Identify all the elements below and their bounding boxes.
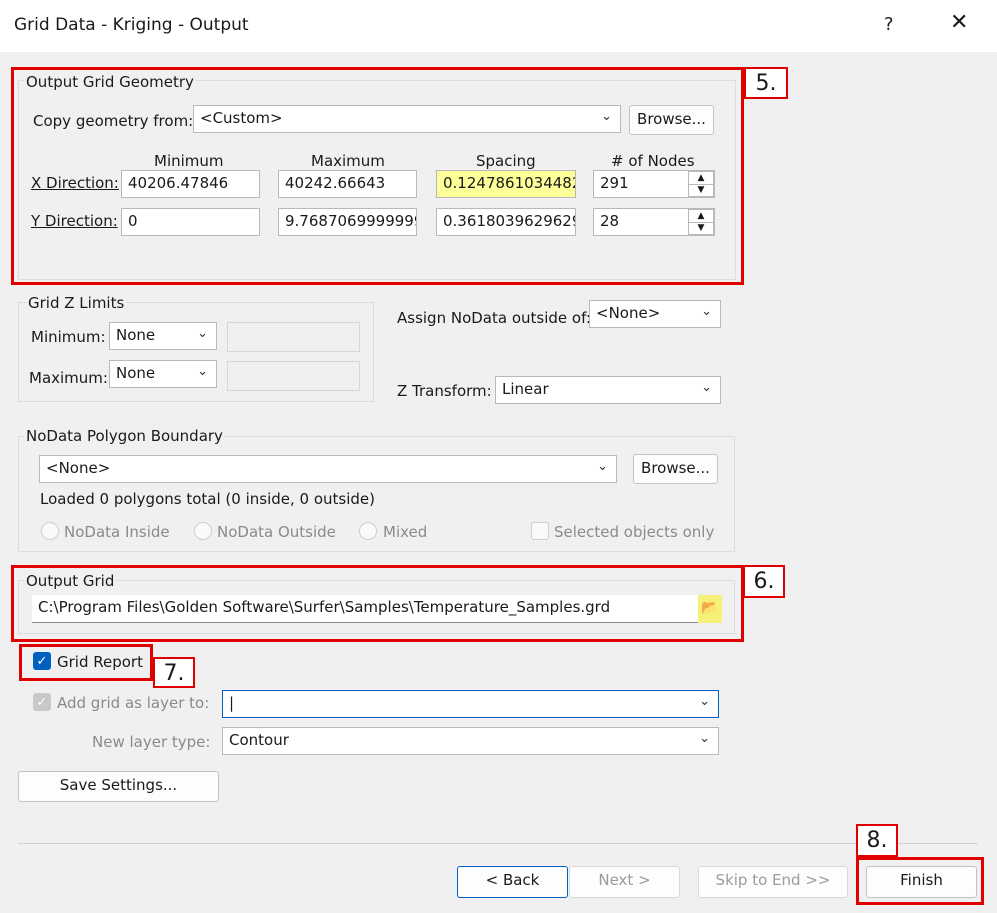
chevron-down-icon: ⌄ — [597, 459, 608, 474]
y-direction-label: Y Direction: — [31, 212, 118, 230]
nodata-inside-radio[interactable] — [41, 522, 59, 540]
copy-geometry-value: <Custom> — [200, 109, 283, 127]
y-spacing-input[interactable]: 0.3618039629629 — [436, 208, 576, 236]
geometry-browse-button[interactable]: Browse... — [629, 105, 714, 135]
chevron-down-icon: ⌄ — [197, 364, 208, 379]
y-max-input[interactable]: 9.7687069999999 — [278, 208, 417, 236]
spin-down-icon[interactable]: ▼ — [689, 222, 713, 234]
dialog-title: Grid Data - Kriging - Output — [14, 15, 249, 35]
layer-type-value: Contour — [229, 731, 289, 749]
nodata-outside-radio[interactable] — [194, 522, 212, 540]
loaded-polygons-text: Loaded 0 polygons total (0 inside, 0 out… — [40, 490, 375, 508]
add-layer-value: | — [229, 694, 235, 712]
layer-type-label: New layer type: — [92, 733, 211, 751]
chevron-down-icon: ⌄ — [699, 694, 710, 709]
nodata-polygon-value: <None> — [46, 459, 111, 477]
assign-nodata-value: <None> — [596, 304, 661, 322]
y-min-input[interactable]: 0 — [121, 208, 260, 236]
close-icon[interactable]: ✕ — [950, 10, 968, 35]
finish-button[interactable]: Finish — [866, 866, 977, 898]
next-button[interactable]: Next > — [569, 866, 680, 898]
assign-nodata-select[interactable]: <None> ⌄ — [589, 300, 721, 328]
back-button[interactable]: < Back — [457, 866, 568, 898]
assign-nodata-label: Assign NoData outside of: — [397, 309, 591, 327]
header-nodes: # of Nodes — [611, 152, 695, 170]
open-folder-icon[interactable]: 📂 — [698, 595, 722, 623]
skip-to-end-button[interactable]: Skip to End >> — [698, 866, 848, 898]
chevron-down-icon: ⌄ — [197, 326, 208, 341]
grid-report-checkbox[interactable]: ✓ — [33, 652, 51, 670]
header-maximum: Maximum — [311, 152, 385, 170]
ztransform-label: Z Transform: — [397, 382, 492, 400]
geometry-group-label: Output Grid Geometry — [24, 73, 196, 91]
mixed-radio[interactable] — [359, 522, 377, 540]
help-button[interactable]: ? — [884, 14, 894, 35]
add-layer-select[interactable]: | ⌄ — [222, 690, 719, 718]
nodata-browse-button[interactable]: Browse... — [633, 454, 718, 484]
ztransform-select[interactable]: Linear ⌄ — [495, 376, 721, 404]
chevron-down-icon: ⌄ — [701, 380, 712, 395]
divider — [18, 843, 978, 844]
nodata-group-label: NoData Polygon Boundary — [24, 427, 225, 445]
ztransform-value: Linear — [502, 380, 549, 398]
selected-only-checkbox[interactable] — [531, 522, 549, 540]
output-path-input[interactable]: C:\Program Files\Golden Software\Surfer\… — [32, 595, 698, 623]
zmin-label: Minimum: — [31, 328, 106, 346]
zmin-select[interactable]: None ⌄ — [109, 322, 217, 350]
nodata-outside-label: NoData Outside — [217, 523, 336, 541]
y-nodes-spinner[interactable]: ▲ ▼ — [688, 209, 714, 235]
x-max-input[interactable]: 40242.66643 — [278, 170, 417, 198]
x-nodes-spinner[interactable]: ▲ ▼ — [688, 171, 714, 197]
add-layer-label: Add grid as layer to: — [57, 694, 210, 712]
zmax-value-field — [227, 361, 360, 391]
chevron-down-icon: ⌄ — [701, 304, 712, 319]
zmax-label: Maximum: — [29, 369, 108, 387]
selected-only-label: Selected objects only — [554, 523, 715, 541]
x-spacing-input[interactable]: 0.1247861034482 — [436, 170, 576, 198]
layer-type-select[interactable]: Contour ⌄ — [222, 727, 719, 755]
zlimits-group-label: Grid Z Limits — [26, 294, 127, 312]
chevron-down-icon: ⌄ — [699, 731, 710, 746]
header-minimum: Minimum — [154, 152, 224, 170]
header-spacing: Spacing — [476, 152, 536, 170]
grid-report-label: Grid Report — [57, 653, 143, 671]
zmin-value: None — [116, 326, 156, 344]
nodata-inside-label: NoData Inside — [64, 523, 170, 541]
copy-geometry-select[interactable]: <Custom> ⌄ — [193, 105, 621, 133]
callout-5: 5. — [744, 67, 788, 99]
zmax-value: None — [116, 364, 156, 382]
callout-7: 7. — [153, 657, 195, 688]
zmin-value-field — [227, 322, 360, 352]
output-group-label: Output Grid — [24, 572, 117, 590]
mixed-label: Mixed — [383, 523, 428, 541]
copy-geometry-label: Copy geometry from: — [33, 112, 194, 130]
callout-8: 8. — [856, 824, 898, 857]
add-layer-checkbox[interactable]: ✓ — [33, 693, 51, 711]
chevron-down-icon: ⌄ — [601, 109, 612, 124]
x-min-input[interactable]: 40206.47846 — [121, 170, 260, 198]
save-settings-button[interactable]: Save Settings... — [18, 771, 219, 802]
callout-6: 6. — [743, 565, 785, 598]
x-direction-label: X Direction: — [31, 174, 119, 192]
nodata-polygon-select[interactable]: <None> ⌄ — [39, 455, 617, 483]
spin-down-icon[interactable]: ▼ — [689, 184, 713, 196]
zmax-select[interactable]: None ⌄ — [109, 360, 217, 388]
